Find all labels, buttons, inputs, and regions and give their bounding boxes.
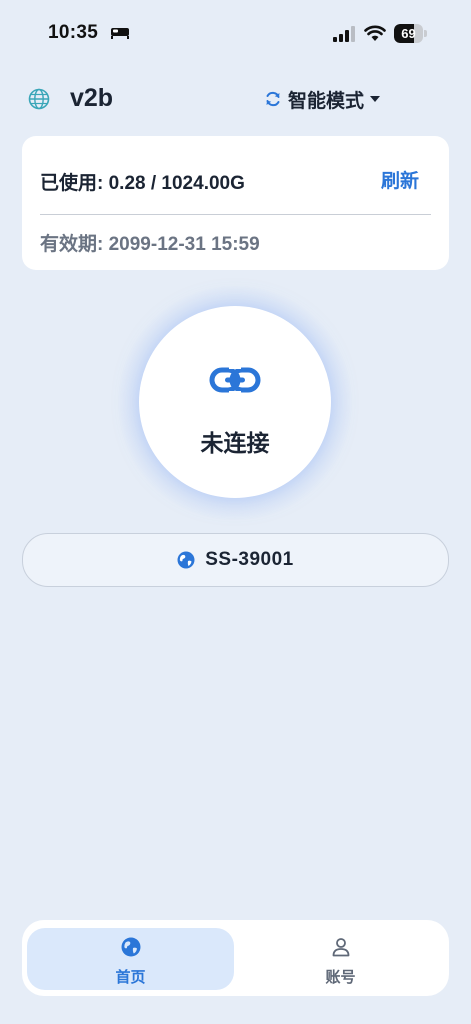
mode-selector[interactable]: 智能模式: [264, 86, 381, 112]
bottom-nav: 首页 账号: [22, 920, 449, 996]
refresh-button[interactable]: 刷新: [381, 166, 419, 193]
app-title: v2b: [70, 84, 114, 112]
earth-icon: [121, 937, 140, 957]
tab-home[interactable]: 首页: [27, 928, 234, 990]
connect-button[interactable]: 未连接: [139, 306, 331, 498]
usage-value: 0.28 / 1024.00G: [108, 173, 245, 194]
battery-level: 69: [401, 26, 416, 41]
sync-icon: [266, 91, 280, 107]
wifi-icon: [364, 25, 386, 41]
server-name: SS-39001: [205, 549, 294, 570]
tab-account[interactable]: 账号: [237, 928, 444, 990]
cellular-signal-icon: [333, 26, 355, 42]
tab-home-label: 首页: [115, 969, 146, 986]
usage-row: 已使用: 0.28 / 1024.00G: [40, 168, 245, 195]
globe-icon: [28, 88, 50, 110]
bed-icon: [111, 28, 129, 39]
usage-label: 已使用:: [40, 173, 109, 194]
expire-label: 有效期:: [40, 234, 109, 255]
tab-account-label: 账号: [325, 969, 356, 986]
mode-label: 智能模式: [288, 90, 365, 112]
server-selector[interactable]: SS-39001: [22, 533, 449, 587]
user-icon: [332, 938, 349, 957]
earth-icon: [177, 551, 195, 569]
battery-indicator: 69: [394, 24, 428, 43]
expire-row: 有效期: 2099-12-31 15:59: [40, 229, 260, 256]
status-time: 10:35: [48, 22, 99, 43]
expire-value: 2099-12-31 15:59: [108, 234, 260, 255]
usage-card: 已使用: 0.28 / 1024.00G 刷新 有效期: 2099-12-31 …: [22, 136, 449, 270]
chevron-down-icon: [370, 96, 381, 102]
link-icon: [209, 366, 261, 394]
connection-status: 未连接: [200, 430, 270, 456]
divider: [40, 214, 431, 215]
